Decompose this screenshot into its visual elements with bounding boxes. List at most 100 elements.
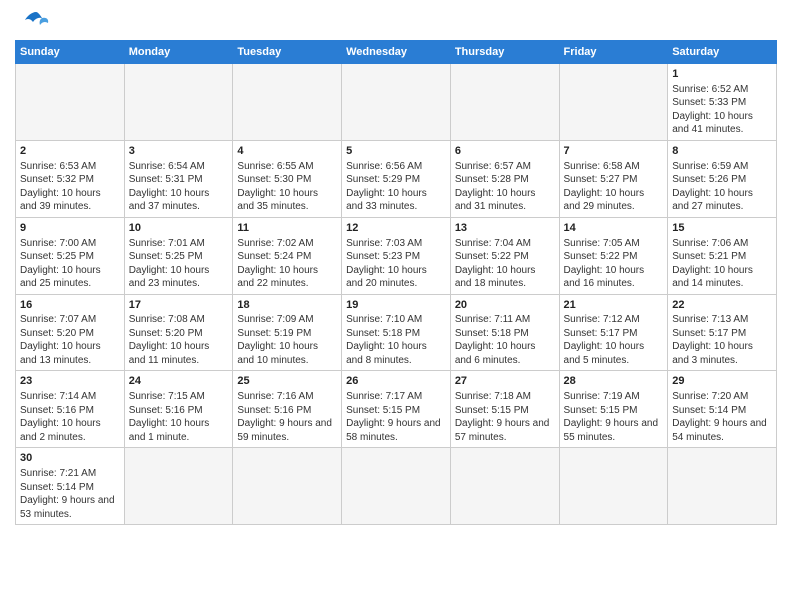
calendar-cell: 16Sunrise: 7:07 AM Sunset: 5:20 PM Dayli… [16,294,125,371]
day-number: 22 [672,298,772,313]
day-info: Sunrise: 7:11 AM Sunset: 5:18 PM Dayligh… [455,313,555,367]
day-info: Sunrise: 7:04 AM Sunset: 5:22 PM Dayligh… [455,237,555,291]
calendar-cell: 4Sunrise: 6:55 AM Sunset: 5:30 PM Daylig… [233,140,342,217]
day-info: Sunrise: 7:14 AM Sunset: 5:16 PM Dayligh… [20,390,120,444]
day-number: 14 [564,221,664,236]
calendar-cell: 18Sunrise: 7:09 AM Sunset: 5:19 PM Dayli… [233,294,342,371]
day-info: Sunrise: 7:09 AM Sunset: 5:19 PM Dayligh… [237,313,337,367]
calendar-cell: 2Sunrise: 6:53 AM Sunset: 5:32 PM Daylig… [16,140,125,217]
calendar-cell: 1Sunrise: 6:52 AM Sunset: 5:33 PM Daylig… [668,64,777,141]
weekday-monday: Monday [124,41,233,64]
calendar-cell: 5Sunrise: 6:56 AM Sunset: 5:29 PM Daylig… [342,140,451,217]
calendar-cell: 29Sunrise: 7:20 AM Sunset: 5:14 PM Dayli… [668,371,777,448]
calendar-cell: 22Sunrise: 7:13 AM Sunset: 5:17 PM Dayli… [668,294,777,371]
day-number: 18 [237,298,337,313]
calendar-cell [559,448,668,525]
day-info: Sunrise: 6:56 AM Sunset: 5:29 PM Dayligh… [346,160,446,214]
day-info: Sunrise: 7:03 AM Sunset: 5:23 PM Dayligh… [346,237,446,291]
day-number: 2 [20,144,120,159]
weekday-friday: Friday [559,41,668,64]
day-number: 15 [672,221,772,236]
page: SundayMondayTuesdayWednesdayThursdayFrid… [0,0,792,612]
day-info: Sunrise: 7:10 AM Sunset: 5:18 PM Dayligh… [346,313,446,367]
calendar-cell: 25Sunrise: 7:16 AM Sunset: 5:16 PM Dayli… [233,371,342,448]
day-number: 28 [564,374,664,389]
day-info: Sunrise: 7:18 AM Sunset: 5:15 PM Dayligh… [455,390,555,444]
day-number: 20 [455,298,555,313]
day-number: 30 [20,451,120,466]
day-number: 13 [455,221,555,236]
calendar-cell: 26Sunrise: 7:17 AM Sunset: 5:15 PM Dayli… [342,371,451,448]
day-info: Sunrise: 6:54 AM Sunset: 5:31 PM Dayligh… [129,160,229,214]
calendar-cell: 28Sunrise: 7:19 AM Sunset: 5:15 PM Dayli… [559,371,668,448]
calendar-cell: 11Sunrise: 7:02 AM Sunset: 5:24 PM Dayli… [233,217,342,294]
day-info: Sunrise: 6:59 AM Sunset: 5:26 PM Dayligh… [672,160,772,214]
day-info: Sunrise: 6:57 AM Sunset: 5:28 PM Dayligh… [455,160,555,214]
day-number: 12 [346,221,446,236]
calendar-cell [450,448,559,525]
calendar-cell: 21Sunrise: 7:12 AM Sunset: 5:17 PM Dayli… [559,294,668,371]
logo [15,10,50,32]
day-info: Sunrise: 7:21 AM Sunset: 5:14 PM Dayligh… [20,467,120,521]
day-number: 24 [129,374,229,389]
weekday-thursday: Thursday [450,41,559,64]
day-info: Sunrise: 7:00 AM Sunset: 5:25 PM Dayligh… [20,237,120,291]
day-number: 5 [346,144,446,159]
calendar-cell: 12Sunrise: 7:03 AM Sunset: 5:23 PM Dayli… [342,217,451,294]
day-info: Sunrise: 7:05 AM Sunset: 5:22 PM Dayligh… [564,237,664,291]
day-info: Sunrise: 7:01 AM Sunset: 5:25 PM Dayligh… [129,237,229,291]
calendar-cell: 24Sunrise: 7:15 AM Sunset: 5:16 PM Dayli… [124,371,233,448]
calendar-cell [342,448,451,525]
calendar-cell [16,64,125,141]
calendar-row: 23Sunrise: 7:14 AM Sunset: 5:16 PM Dayli… [16,371,777,448]
day-info: Sunrise: 7:12 AM Sunset: 5:17 PM Dayligh… [564,313,664,367]
day-number: 8 [672,144,772,159]
calendar-cell: 13Sunrise: 7:04 AM Sunset: 5:22 PM Dayli… [450,217,559,294]
weekday-sunday: Sunday [16,41,125,64]
weekday-saturday: Saturday [668,41,777,64]
calendar-cell: 8Sunrise: 6:59 AM Sunset: 5:26 PM Daylig… [668,140,777,217]
calendar-cell [124,448,233,525]
calendar-cell: 19Sunrise: 7:10 AM Sunset: 5:18 PM Dayli… [342,294,451,371]
day-number: 29 [672,374,772,389]
calendar-cell: 20Sunrise: 7:11 AM Sunset: 5:18 PM Dayli… [450,294,559,371]
day-info: Sunrise: 7:17 AM Sunset: 5:15 PM Dayligh… [346,390,446,444]
day-info: Sunrise: 6:53 AM Sunset: 5:32 PM Dayligh… [20,160,120,214]
day-info: Sunrise: 7:16 AM Sunset: 5:16 PM Dayligh… [237,390,337,444]
calendar-cell: 27Sunrise: 7:18 AM Sunset: 5:15 PM Dayli… [450,371,559,448]
day-info: Sunrise: 6:55 AM Sunset: 5:30 PM Dayligh… [237,160,337,214]
calendar-cell [559,64,668,141]
day-number: 3 [129,144,229,159]
day-number: 10 [129,221,229,236]
logo-bird-icon [22,10,50,32]
day-info: Sunrise: 7:13 AM Sunset: 5:17 PM Dayligh… [672,313,772,367]
day-number: 17 [129,298,229,313]
calendar-cell: 6Sunrise: 6:57 AM Sunset: 5:28 PM Daylig… [450,140,559,217]
day-number: 11 [237,221,337,236]
day-number: 6 [455,144,555,159]
calendar-cell: 23Sunrise: 7:14 AM Sunset: 5:16 PM Dayli… [16,371,125,448]
calendar-cell: 30Sunrise: 7:21 AM Sunset: 5:14 PM Dayli… [16,448,125,525]
calendar-row: 1Sunrise: 6:52 AM Sunset: 5:33 PM Daylig… [16,64,777,141]
day-info: Sunrise: 7:02 AM Sunset: 5:24 PM Dayligh… [237,237,337,291]
day-info: Sunrise: 7:20 AM Sunset: 5:14 PM Dayligh… [672,390,772,444]
logo-area [15,10,50,32]
day-number: 7 [564,144,664,159]
calendar-cell: 17Sunrise: 7:08 AM Sunset: 5:20 PM Dayli… [124,294,233,371]
day-info: Sunrise: 7:19 AM Sunset: 5:15 PM Dayligh… [564,390,664,444]
day-info: Sunrise: 7:15 AM Sunset: 5:16 PM Dayligh… [129,390,229,444]
day-number: 26 [346,374,446,389]
calendar-cell [450,64,559,141]
calendar-row: 9Sunrise: 7:00 AM Sunset: 5:25 PM Daylig… [16,217,777,294]
day-info: Sunrise: 7:06 AM Sunset: 5:21 PM Dayligh… [672,237,772,291]
day-number: 27 [455,374,555,389]
day-number: 4 [237,144,337,159]
header [15,10,777,32]
day-number: 16 [20,298,120,313]
calendar-cell: 9Sunrise: 7:00 AM Sunset: 5:25 PM Daylig… [16,217,125,294]
calendar-cell: 14Sunrise: 7:05 AM Sunset: 5:22 PM Dayli… [559,217,668,294]
calendar-cell: 10Sunrise: 7:01 AM Sunset: 5:25 PM Dayli… [124,217,233,294]
calendar-table: SundayMondayTuesdayWednesdayThursdayFrid… [15,40,777,525]
calendar-cell: 15Sunrise: 7:06 AM Sunset: 5:21 PM Dayli… [668,217,777,294]
day-number: 1 [672,67,772,82]
